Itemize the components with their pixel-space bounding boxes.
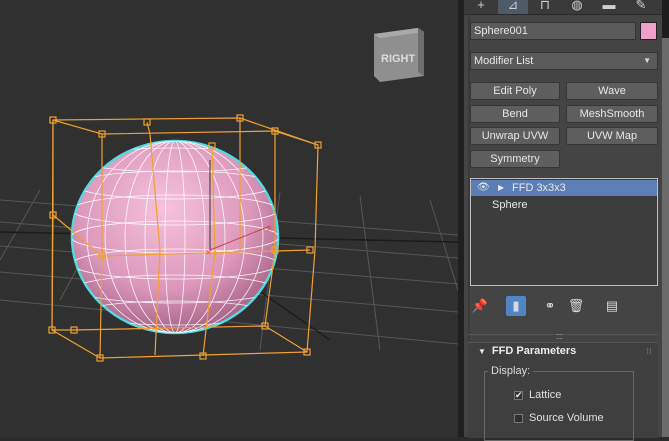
symmetry-button[interactable]: Symmetry — [470, 150, 560, 168]
viewcube-label: RIGHT — [381, 53, 416, 65]
command-panel-tabs: + ⊿ ⊓ ◍ ▬ ✎ — [464, 0, 662, 15]
stack-item-label: FFD 3x3x3 — [512, 182, 566, 194]
pin-stack-icon[interactable]: 📌 — [470, 296, 490, 316]
meshsmooth-button[interactable]: MeshSmooth — [566, 105, 658, 123]
utilities-icon[interactable]: ✎ — [626, 0, 656, 14]
divider — [468, 334, 658, 335]
grip-icon[interactable]: :::: — [556, 331, 563, 341]
viewport-scene: × × RIGHT — [0, 28, 458, 362]
collapse-arrow-icon: ▼ — [478, 347, 486, 356]
show-end-result-icon[interactable]: ▮ — [506, 296, 526, 316]
uvw-map-button[interactable]: UVW Map — [566, 127, 658, 145]
configure-modifier-sets-icon[interactable]: ▤ — [602, 296, 622, 316]
modifier-list-dropdown[interactable]: Modifier List ▼ — [470, 52, 658, 70]
lattice-checkbox[interactable]: ✔ — [514, 390, 523, 400]
modifier-stack: 👁 ▶ FFD 3x3x3 Sphere — [470, 178, 658, 286]
motion-icon[interactable]: ◍ — [562, 0, 592, 14]
make-unique-icon[interactable]: ⚭ — [540, 296, 560, 316]
rollout-grip-icon[interactable]: ⁝⁝ — [646, 346, 652, 357]
bend-button[interactable]: Bend — [470, 105, 560, 123]
expand-arrow-icon[interactable]: ▶ — [498, 180, 504, 196]
wave-button[interactable]: Wave — [566, 82, 658, 100]
modifier-list-label: Modifier List — [474, 55, 534, 67]
chevron-down-icon: ▼ — [643, 56, 651, 65]
unwrap-uvw-button[interactable]: Unwrap UVW — [470, 127, 560, 145]
ffd-parameters-rollout: ▼ FFD Parameters ⁝⁝ Display: ✔ Lattice So… — [468, 342, 658, 441]
display-group-label: Display: — [488, 365, 534, 377]
svg-text:×: × — [205, 248, 212, 257]
stack-item-label: Sphere — [492, 199, 528, 211]
right-edge-strip — [662, 0, 669, 437]
eye-icon[interactable]: 👁 — [477, 180, 490, 196]
modify-icon[interactable]: ⊿ — [498, 0, 528, 14]
lattice-label: Lattice — [529, 389, 562, 401]
hierarchy-icon[interactable]: ⊓ — [530, 0, 560, 14]
stack-item-sphere[interactable]: Sphere — [471, 197, 657, 213]
edit-poly-button[interactable]: Edit Poly — [470, 82, 560, 100]
sphere-object[interactable] — [70, 139, 280, 335]
display-icon[interactable]: ▬ — [594, 0, 624, 14]
remove-modifier-icon[interactable]: 🗑 — [566, 296, 586, 316]
source-volume-checkbox-row[interactable]: Source Volume — [514, 412, 604, 424]
rollout-title: FFD Parameters — [491, 345, 577, 357]
create-icon[interactable]: + — [466, 0, 496, 14]
perspective-viewport[interactable]: × × RIGHT — [0, 0, 458, 437]
display-group — [484, 371, 634, 441]
source-volume-label: Source Volume — [529, 412, 604, 424]
lattice-checkbox-row[interactable]: ✔ Lattice — [514, 389, 561, 401]
stack-toolbar: 📌 ▮ ⚭ 🗑 ▤ — [470, 294, 658, 318]
command-panel: + ⊿ ⊓ ◍ ▬ ✎ Sphere001 Modifier List ▼ Ed… — [464, 0, 662, 441]
source-volume-checkbox[interactable] — [514, 413, 523, 423]
rollout-header[interactable]: ▼ FFD Parameters — [478, 345, 576, 357]
object-color-swatch[interactable] — [640, 22, 657, 40]
stack-item-ffd[interactable]: 👁 ▶ FFD 3x3x3 — [471, 180, 657, 196]
object-name-field[interactable]: Sphere001 — [470, 22, 636, 40]
svg-text:×: × — [266, 224, 273, 233]
